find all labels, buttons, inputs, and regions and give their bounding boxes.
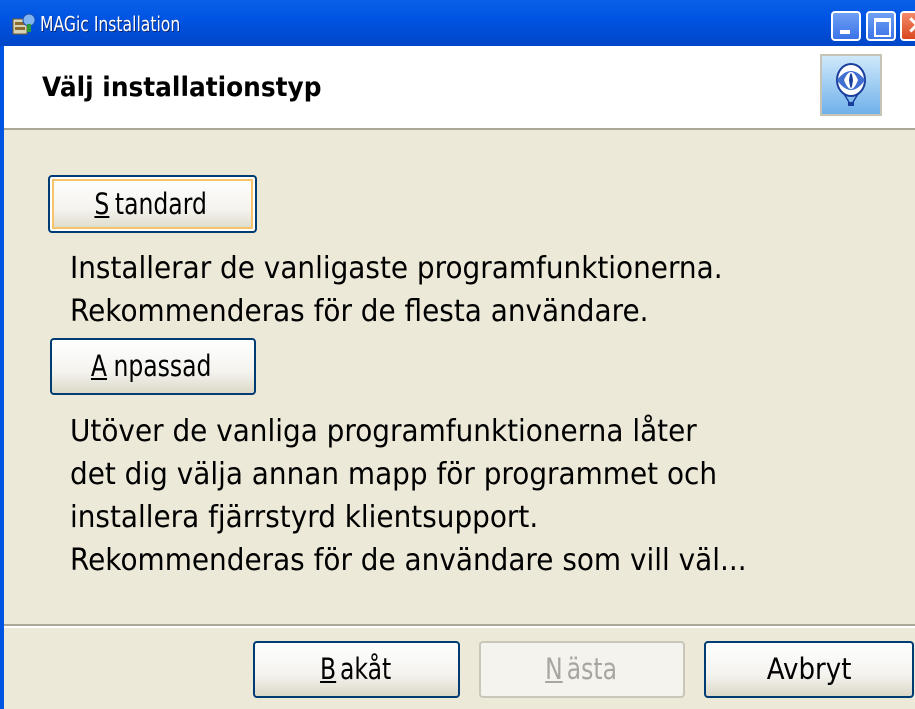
standard-button[interactable]: Standard	[48, 175, 257, 233]
standard-description-line: Rekommenderas för de flesta användare.	[70, 294, 649, 329]
balloon-icon	[836, 63, 866, 106]
next-access-key: N	[545, 652, 563, 686]
footer-separator	[4, 624, 915, 628]
page-title: Välj installationstyp	[42, 72, 322, 103]
custom-description-line: installera fjärrstyrd klientsupport.	[70, 500, 539, 535]
back-access-key: B	[319, 652, 337, 686]
next-button[interactable]: Nästa	[479, 641, 685, 698]
minimize-icon[interactable]	[831, 11, 861, 41]
custom-description-line: Rekommenderas för de användare som vill …	[70, 543, 747, 578]
maximize-icon[interactable]	[866, 11, 896, 41]
custom-description: Utöver de vanliga programfunktionerna lå…	[70, 410, 798, 582]
installer-icon	[12, 13, 36, 35]
custom-description-line: det dig välja annan mapp för programmet …	[70, 457, 718, 492]
close-icon[interactable]: ×	[900, 10, 915, 41]
window-frame-left	[0, 46, 4, 709]
standard-access-key: S	[93, 187, 109, 221]
cancel-label: Avbryt	[766, 652, 852, 686]
balloon-logo	[820, 54, 882, 116]
next-label: ästa	[566, 652, 617, 686]
back-label: akåt	[339, 652, 392, 686]
custom-access-key: A	[90, 349, 107, 383]
standard-label: tandard	[114, 187, 207, 221]
cancel-button[interactable]: Avbryt	[704, 641, 914, 698]
standard-description-line: Installerar de vanligaste programfunktio…	[70, 251, 723, 286]
window-title: MAGic Installation	[40, 12, 181, 36]
dialog-header: Välj installationstyp	[4, 46, 915, 130]
custom-label: npassad	[112, 349, 211, 383]
custom-button[interactable]: Anpassad	[50, 338, 256, 395]
back-button[interactable]: Bakåt	[253, 641, 460, 698]
custom-description-line: Utöver de vanliga programfunktionerna lå…	[70, 414, 697, 449]
title-bar[interactable]: MAGic Installation ×	[0, 0, 915, 46]
standard-description: Installerar de vanligaste programfunktio…	[70, 247, 772, 333]
